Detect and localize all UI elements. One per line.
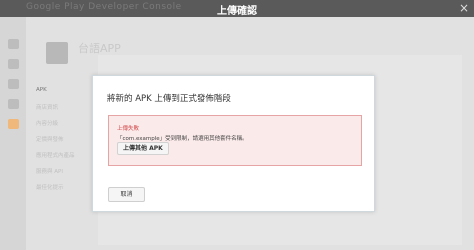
chart-icon[interactable] <box>8 79 19 89</box>
alert-title: 上傳失敗 <box>117 126 140 132</box>
gear-icon[interactable] <box>8 99 19 109</box>
sidebar-item-in-app-products[interactable]: 應用程式內產品 <box>36 151 75 159</box>
dialog-title: 將新的 APK 上傳到正式發佈階段 <box>107 94 231 104</box>
upload-dialog: 將新的 APK 上傳到正式發佈階段 上傳失敗 「com.example」受到限制… <box>92 75 375 212</box>
title-bar: Google Play Developer Console 上傳確認 × <box>0 0 474 17</box>
cancel-button[interactable]: 取消 <box>108 187 145 202</box>
icon-rail <box>0 17 26 250</box>
sidebar-item-optimization[interactable]: 最佳化提示 <box>36 183 64 191</box>
app-icon <box>46 42 68 64</box>
window-title: 上傳確認 <box>217 6 257 17</box>
app-title: 台語APP <box>78 42 121 55</box>
sidebar-item-apk[interactable]: APK <box>36 87 47 93</box>
upload-other-apk-button[interactable]: 上傳其他 APK <box>117 142 169 155</box>
sidebar-item-store-listing[interactable]: 商店資訊 <box>36 103 58 111</box>
close-icon[interactable]: × <box>459 1 469 15</box>
android-icon[interactable] <box>8 39 19 49</box>
sidebar-item-services-api[interactable]: 服務與 API <box>36 167 63 175</box>
gamepad-icon[interactable] <box>8 59 19 69</box>
sidebar-item-pricing[interactable]: 定價與發佈 <box>36 135 64 143</box>
error-alert: 上傳失敗 「com.example」受到限制，請選用其他套件名稱。 上傳其他 A… <box>108 115 362 166</box>
alert-message: 「com.example」受到限制，請選用其他套件名稱。 <box>117 136 248 142</box>
sidebar-item-content-rating[interactable]: 內容分級 <box>36 119 58 127</box>
notification-icon[interactable] <box>8 119 19 129</box>
